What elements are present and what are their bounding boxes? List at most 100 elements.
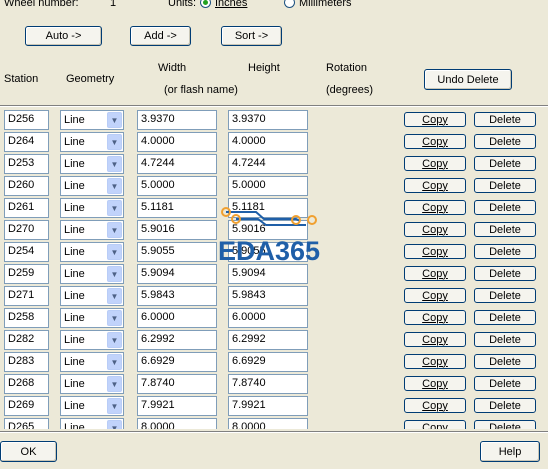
station-field[interactable]: D268 — [4, 374, 49, 394]
station-field[interactable]: D282 — [4, 330, 49, 350]
delete-button[interactable]: Delete — [474, 112, 536, 127]
height-field[interactable]: 6.2992 — [228, 330, 308, 350]
copy-button[interactable]: Copy — [404, 398, 466, 413]
height-field[interactable]: 5.9094 — [228, 264, 308, 284]
copy-button[interactable]: Copy — [404, 354, 466, 369]
chevron-down-icon[interactable]: ▼ — [107, 420, 122, 429]
chevron-down-icon[interactable]: ▼ — [107, 332, 122, 348]
copy-button[interactable]: Copy — [404, 310, 466, 325]
delete-button[interactable]: Delete — [474, 222, 536, 237]
geometry-select[interactable]: Line ▼ — [60, 308, 124, 328]
copy-button[interactable]: Copy — [404, 332, 466, 347]
height-field[interactable]: 7.8740 — [228, 374, 308, 394]
delete-button[interactable]: Delete — [474, 178, 536, 193]
station-field[interactable]: D270 — [4, 220, 49, 240]
chevron-down-icon[interactable]: ▼ — [107, 288, 122, 304]
copy-button[interactable]: Copy — [404, 112, 466, 127]
height-field[interactable]: 5.9843 — [228, 286, 308, 306]
geometry-select[interactable]: Line ▼ — [60, 132, 124, 152]
geometry-select[interactable]: Line ▼ — [60, 330, 124, 350]
station-field[interactable]: D269 — [4, 396, 49, 416]
geometry-select[interactable]: Line ▼ — [60, 198, 124, 218]
width-field[interactable]: 7.8740 — [137, 374, 217, 394]
station-field[interactable]: D253 — [4, 154, 49, 174]
geometry-select[interactable]: Line ▼ — [60, 242, 124, 262]
delete-button[interactable]: Delete — [474, 156, 536, 171]
width-field[interactable]: 5.9843 — [137, 286, 217, 306]
delete-button[interactable]: Delete — [474, 398, 536, 413]
height-field[interactable]: 7.9921 — [228, 396, 308, 416]
width-field[interactable]: 5.1181 — [137, 198, 217, 218]
units-millimeters-radio[interactable] — [284, 0, 295, 8]
delete-button[interactable]: Delete — [474, 376, 536, 391]
chevron-down-icon[interactable]: ▼ — [107, 178, 122, 194]
height-field[interactable]: 6.0000 — [228, 308, 308, 328]
width-field[interactable]: 4.0000 — [137, 132, 217, 152]
station-field[interactable]: D258 — [4, 308, 49, 328]
add-button[interactable]: Add -> — [130, 26, 191, 46]
copy-button[interactable]: Copy — [404, 376, 466, 391]
geometry-select[interactable]: Line ▼ — [60, 110, 124, 130]
chevron-down-icon[interactable]: ▼ — [107, 244, 122, 260]
geometry-select[interactable]: Line ▼ — [60, 374, 124, 394]
chevron-down-icon[interactable]: ▼ — [107, 310, 122, 326]
station-field[interactable]: D264 — [4, 132, 49, 152]
chevron-down-icon[interactable]: ▼ — [107, 222, 122, 238]
copy-button[interactable]: Copy — [404, 244, 466, 259]
delete-button[interactable]: Delete — [474, 266, 536, 281]
chevron-down-icon[interactable]: ▼ — [107, 156, 122, 172]
width-field[interactable]: 6.6929 — [137, 352, 217, 372]
delete-button[interactable]: Delete — [474, 288, 536, 303]
undo-delete-button[interactable]: Undo Delete — [424, 69, 512, 90]
chevron-down-icon[interactable]: ▼ — [107, 200, 122, 216]
delete-button[interactable]: Delete — [474, 420, 536, 429]
geometry-select[interactable]: Line ▼ — [60, 286, 124, 306]
width-field[interactable]: 3.9370 — [137, 110, 217, 130]
geometry-select[interactable]: Line ▼ — [60, 264, 124, 284]
help-button[interactable]: Help — [480, 441, 540, 462]
station-field[interactable]: D261 — [4, 198, 49, 218]
width-field[interactable]: 5.9094 — [137, 264, 217, 284]
geometry-select[interactable]: Line ▼ — [60, 396, 124, 416]
station-field[interactable]: D260 — [4, 176, 49, 196]
units-inches-radio[interactable] — [200, 0, 211, 8]
height-field[interactable]: 6.6929 — [228, 352, 308, 372]
units-millimeters-label[interactable]: Millimeters — [299, 0, 352, 9]
delete-button[interactable]: Delete — [474, 310, 536, 325]
height-field[interactable]: 3.9370 — [228, 110, 308, 130]
geometry-select[interactable]: Line ▼ — [60, 352, 124, 372]
station-field[interactable]: D259 — [4, 264, 49, 284]
copy-button[interactable]: Copy — [404, 222, 466, 237]
station-field[interactable]: D271 — [4, 286, 49, 306]
geometry-select[interactable]: Line ▼ — [60, 154, 124, 174]
copy-button[interactable]: Copy — [404, 266, 466, 281]
auto-button[interactable]: Auto -> — [25, 26, 102, 46]
geometry-select[interactable]: Line ▼ — [60, 220, 124, 240]
delete-button[interactable]: Delete — [474, 134, 536, 149]
ok-button[interactable]: OK — [0, 441, 57, 462]
station-field[interactable]: D265 — [4, 418, 49, 429]
delete-button[interactable]: Delete — [474, 200, 536, 215]
chevron-down-icon[interactable]: ▼ — [107, 354, 122, 370]
width-field[interactable]: 8.0000 — [137, 418, 217, 429]
copy-button[interactable]: Copy — [404, 156, 466, 171]
units-inches-label[interactable]: Inches — [215, 0, 247, 9]
station-field[interactable]: D283 — [4, 352, 49, 372]
height-field[interactable]: 8.0000 — [228, 418, 308, 429]
chevron-down-icon[interactable]: ▼ — [107, 112, 122, 128]
copy-button[interactable]: Copy — [404, 134, 466, 149]
geometry-select[interactable]: Line ▼ — [60, 176, 124, 196]
width-field[interactable]: 6.2992 — [137, 330, 217, 350]
width-field[interactable]: 5.9016 — [137, 220, 217, 240]
station-field[interactable]: D254 — [4, 242, 49, 262]
chevron-down-icon[interactable]: ▼ — [107, 266, 122, 282]
copy-button[interactable]: Copy — [404, 178, 466, 193]
sort-button[interactable]: Sort -> — [221, 26, 282, 46]
delete-button[interactable]: Delete — [474, 332, 536, 347]
chevron-down-icon[interactable]: ▼ — [107, 398, 122, 414]
height-field[interactable]: 4.7244 — [228, 154, 308, 174]
width-field[interactable]: 7.9921 — [137, 396, 217, 416]
copy-button[interactable]: Copy — [404, 420, 466, 429]
height-field[interactable]: 5.0000 — [228, 176, 308, 196]
width-field[interactable]: 6.0000 — [137, 308, 217, 328]
